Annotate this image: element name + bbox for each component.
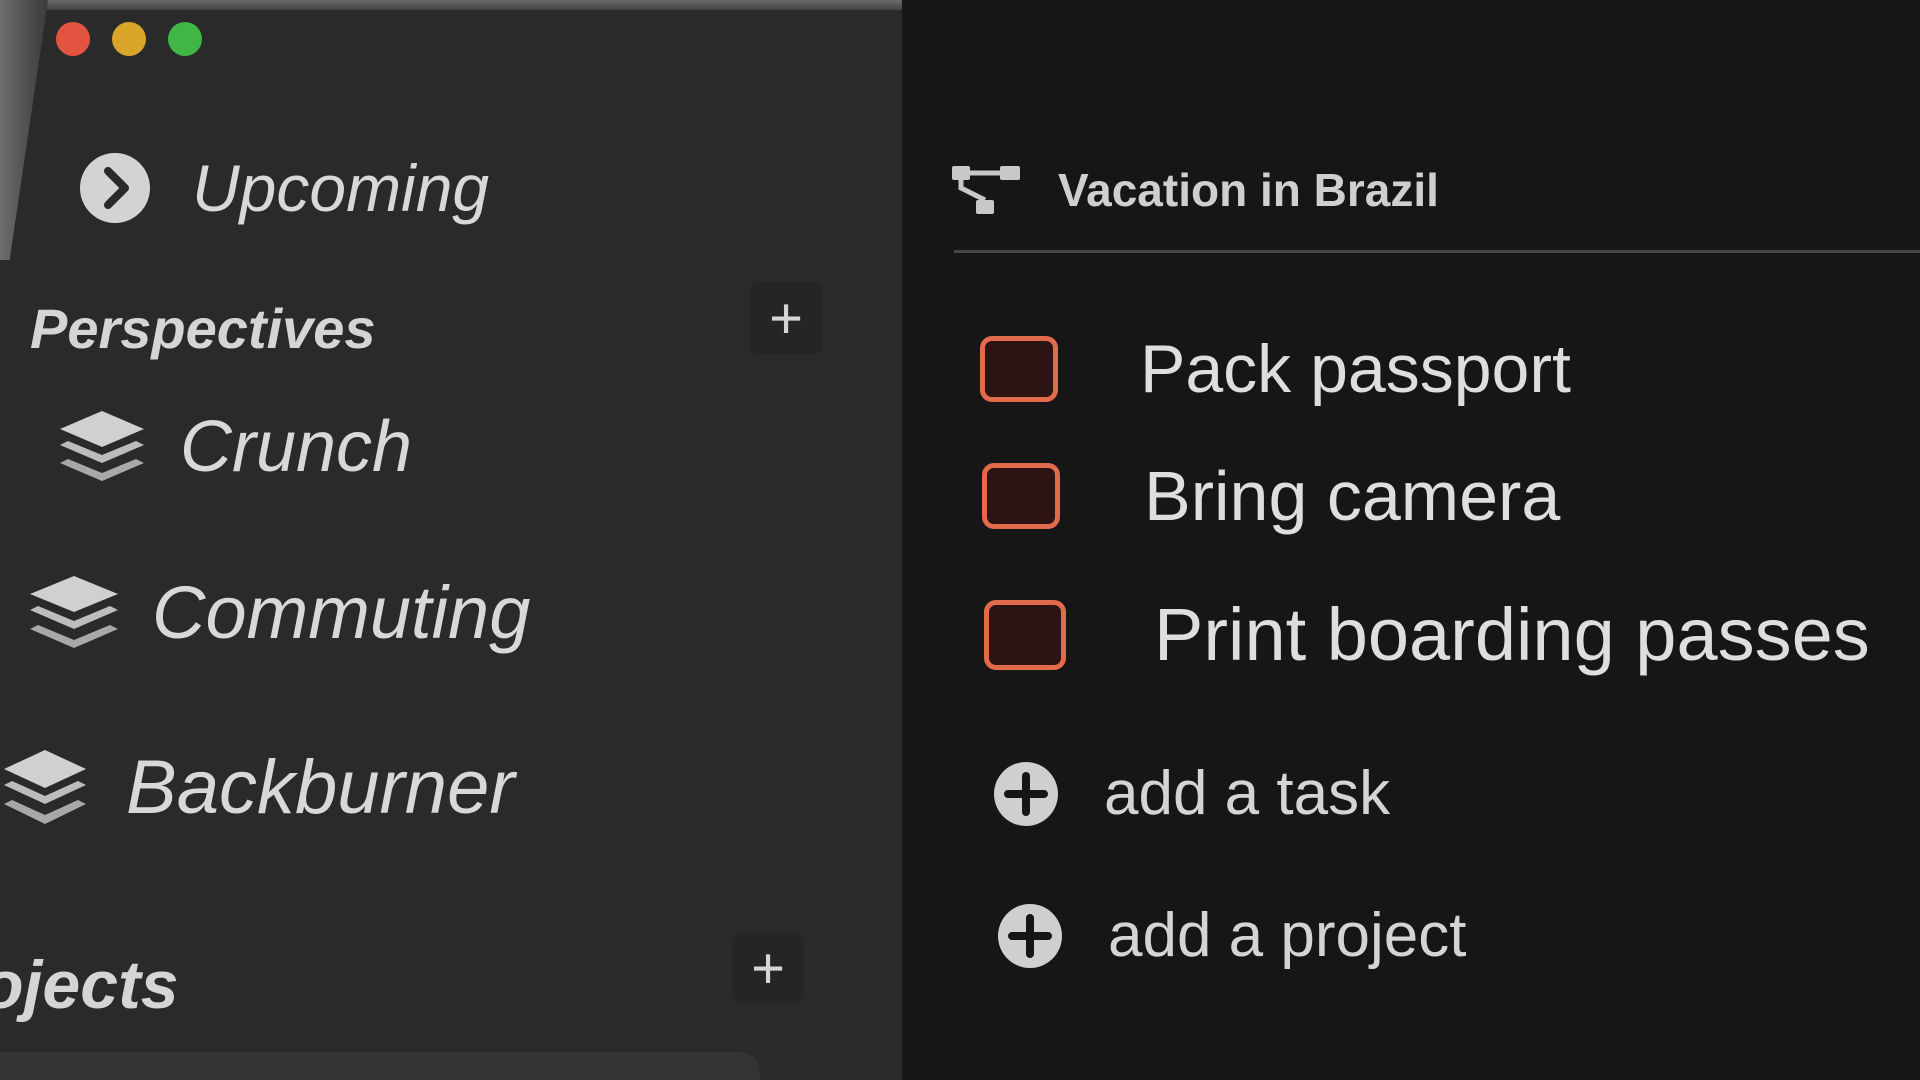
sidebar-item-commuting[interactable]: Commuting — [26, 570, 530, 655]
task-row: Bring camera — [982, 456, 1560, 536]
sidebar-item-label: Backburner — [126, 745, 515, 830]
add-project-sidebar-button[interactable]: + — [732, 932, 804, 1004]
add-perspective-button[interactable]: + — [750, 282, 822, 354]
app-window: Upcoming Perspectives + Crunch Commuting… — [0, 0, 1920, 1080]
add-task-label: add a task — [1104, 759, 1391, 828]
sidebar: Upcoming Perspectives + Crunch Commuting… — [0, 10, 902, 1080]
task-checkbox[interactable] — [982, 463, 1060, 529]
chevron-right-circle-icon — [78, 151, 152, 225]
main-content: Vacation in Brazil Pack passport Bring c… — [902, 0, 1920, 1080]
add-project-button[interactable]: add a project — [996, 900, 1466, 971]
header-divider — [954, 250, 1920, 253]
task-label[interactable]: Print boarding passes — [1154, 592, 1870, 677]
layers-icon — [56, 407, 148, 487]
task-row: Pack passport — [980, 330, 1571, 408]
layers-icon — [26, 572, 122, 654]
projects-heading: ojects — [0, 947, 179, 1023]
task-checkbox[interactable] — [984, 599, 1066, 670]
sidebar-item-backburner[interactable]: Backburner — [0, 744, 515, 831]
task-label[interactable]: Pack passport — [1140, 330, 1571, 408]
add-project-label: add a project — [1108, 901, 1467, 970]
task-checkbox[interactable] — [980, 336, 1058, 402]
sidebar-item-crunch[interactable]: Crunch — [56, 406, 412, 488]
add-task-button[interactable]: add a task — [992, 758, 1390, 829]
sidebar-item-label: Upcoming — [192, 151, 490, 225]
sidebar-item-upcoming[interactable]: Upcoming — [78, 150, 489, 226]
sidebar-item-label: Crunch — [180, 407, 413, 487]
project-header: Vacation in Brazil — [950, 162, 1439, 218]
sidebar-item-label: Commuting — [152, 571, 531, 654]
zoom-window-button[interactable] — [168, 22, 202, 56]
sidebar-project-row[interactable] — [0, 1052, 760, 1080]
window-controls — [56, 22, 202, 56]
task-row: Print boarding passes — [984, 592, 1870, 677]
layers-icon — [0, 746, 90, 830]
page-title: Vacation in Brazil — [1058, 164, 1439, 216]
minimize-window-button[interactable] — [112, 22, 146, 56]
plus-circle-icon — [996, 902, 1064, 970]
plus-circle-icon — [992, 760, 1060, 828]
task-label[interactable]: Bring camera — [1144, 456, 1560, 536]
project-hierarchy-icon — [950, 162, 1022, 218]
perspectives-heading: Perspectives — [30, 297, 376, 360]
close-window-button[interactable] — [56, 22, 90, 56]
